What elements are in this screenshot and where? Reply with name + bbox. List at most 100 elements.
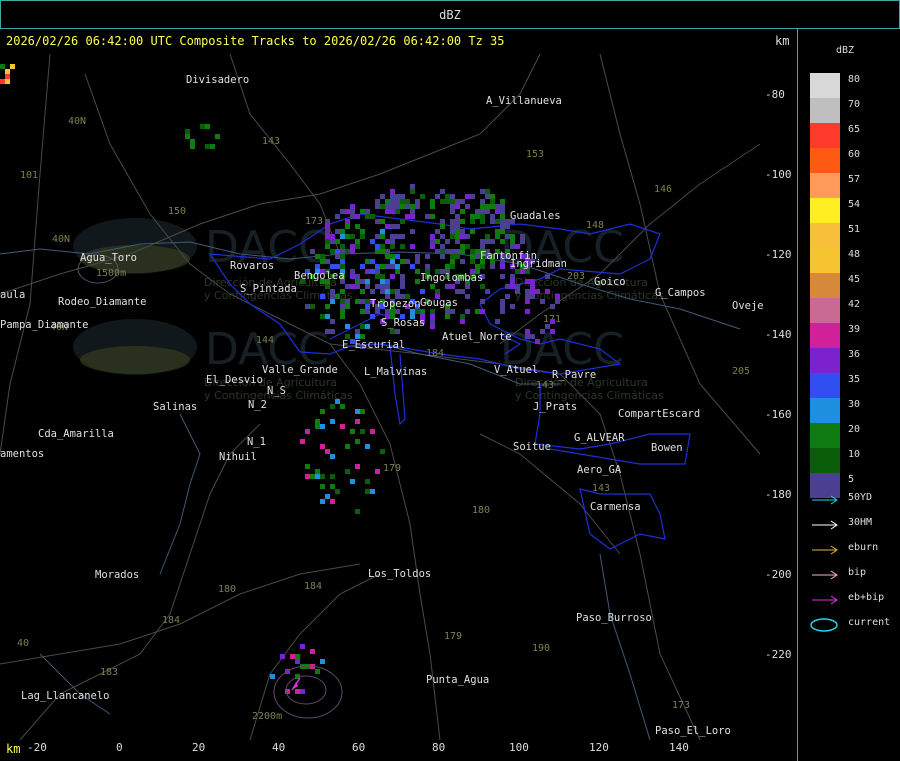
echo-pixel [500, 274, 505, 279]
echo-pixel [340, 309, 345, 314]
echo-pixel [460, 199, 465, 204]
echo-pixel [530, 279, 535, 284]
echo-pixel [190, 144, 195, 149]
echo-pixel [395, 194, 400, 199]
echo-pixel [495, 204, 500, 209]
place-nihuil: Nihuil [219, 451, 257, 463]
echo-pixel [325, 244, 330, 249]
echo-pixel [350, 479, 355, 484]
place-tropezon: Tropezon [370, 298, 421, 310]
echo-pixel [390, 274, 395, 279]
echo-pixel [325, 259, 330, 264]
echo-pixel [395, 289, 400, 294]
echo-pixel [510, 239, 515, 244]
echo-pixel [460, 244, 465, 249]
track-arrow-icon [812, 520, 838, 530]
legend-value-label: 54 [848, 199, 861, 210]
echo-pixel [430, 309, 435, 314]
echo-pixel [430, 199, 435, 204]
echo-pixel [450, 219, 455, 224]
echo-pixel [330, 249, 335, 254]
svg-text:180: 180 [218, 584, 236, 595]
echo-pixel [470, 249, 475, 254]
echo-pixel [550, 329, 555, 334]
echo-pixel [355, 409, 360, 414]
echo-pixel [330, 289, 335, 294]
echo-pixel [370, 269, 375, 274]
radar-map[interactable]: DACC DACC Dirección de Agricultura y Con… [0, 54, 763, 740]
echo-pixel [475, 264, 480, 269]
window-title: dBZ [439, 7, 461, 22]
place-morados: Morados [95, 569, 139, 581]
echo-pixel [390, 264, 395, 269]
svg-text:146: 146 [654, 184, 672, 195]
echo-pixel [410, 264, 415, 269]
echo-pixel [330, 234, 335, 239]
legend-value-label: 60 [848, 149, 861, 160]
echo-pixel [355, 214, 360, 219]
echo-pixel [510, 274, 515, 279]
legend-track-30HM: 30HM [810, 517, 900, 531]
legend-swatch-80 [810, 73, 840, 98]
echo-pixel [410, 229, 415, 234]
echo-pixel [430, 234, 435, 239]
echo-pixel [405, 204, 410, 209]
echo-pixel [340, 264, 345, 269]
echo-pixel [435, 229, 440, 234]
echo-pixel [405, 259, 410, 264]
echo-pixel [340, 259, 345, 264]
svg-text:40N: 40N [52, 234, 70, 245]
echo-pixel [390, 199, 395, 204]
svg-text:184: 184 [426, 348, 444, 359]
echo-pixel [335, 489, 340, 494]
legend-swatch-51 [810, 223, 840, 248]
echo-pixel [375, 234, 380, 239]
place-amentos: amentos [0, 448, 44, 460]
echo-pixel [525, 309, 530, 314]
echo-pixel [330, 294, 335, 299]
echo-pixel [5, 74, 10, 79]
echo-pixel [505, 224, 510, 229]
echo-pixel [380, 264, 385, 269]
echo-pixel [445, 309, 450, 314]
y-tick-label: -140 [765, 328, 792, 341]
echo-pixel [485, 289, 490, 294]
echo-pixel [315, 669, 320, 674]
place-s-rosas: S_Rosas [381, 317, 425, 329]
echo-pixel [340, 234, 345, 239]
echo-pixel [415, 259, 420, 264]
legend-swatch-39 [810, 323, 840, 348]
y-tick-label: -200 [765, 568, 792, 581]
echo-pixel [500, 199, 505, 204]
echo-pixel [500, 304, 505, 309]
echo-pixel [5, 79, 10, 84]
legend-value-label: 80 [848, 74, 861, 85]
echo-pixel [530, 284, 535, 289]
echo-pixel [340, 289, 345, 294]
echo-pixel [500, 229, 505, 234]
echo-pixel [505, 234, 510, 239]
echo-pixel [490, 199, 495, 204]
echo-pixel [355, 464, 360, 469]
echo-pixel [505, 294, 510, 299]
echo-pixel [500, 204, 505, 209]
echo-pixel [495, 229, 500, 234]
echo-pixel [345, 299, 350, 304]
echo-pixel [360, 289, 365, 294]
place-lag-llancanelo: Lag_Llancanelo [21, 690, 110, 702]
echo-pixel [375, 264, 380, 269]
echo-pixel [410, 204, 415, 209]
echo-pixel [475, 209, 480, 214]
echo-pixel [390, 239, 395, 244]
place-el-desvio: El_Desvio [206, 374, 263, 386]
echo-pixel [445, 249, 450, 254]
echo-pixel [330, 484, 335, 489]
echo-pixel [355, 244, 360, 249]
place-rovaros: Rovaros [230, 260, 274, 272]
echo-pixel [10, 64, 15, 69]
echo-pixel [340, 209, 345, 214]
echo-pixel [385, 224, 390, 229]
window-title-bar: dBZ [0, 0, 900, 29]
echo-pixel [385, 249, 390, 254]
echo-pixel [300, 439, 305, 444]
